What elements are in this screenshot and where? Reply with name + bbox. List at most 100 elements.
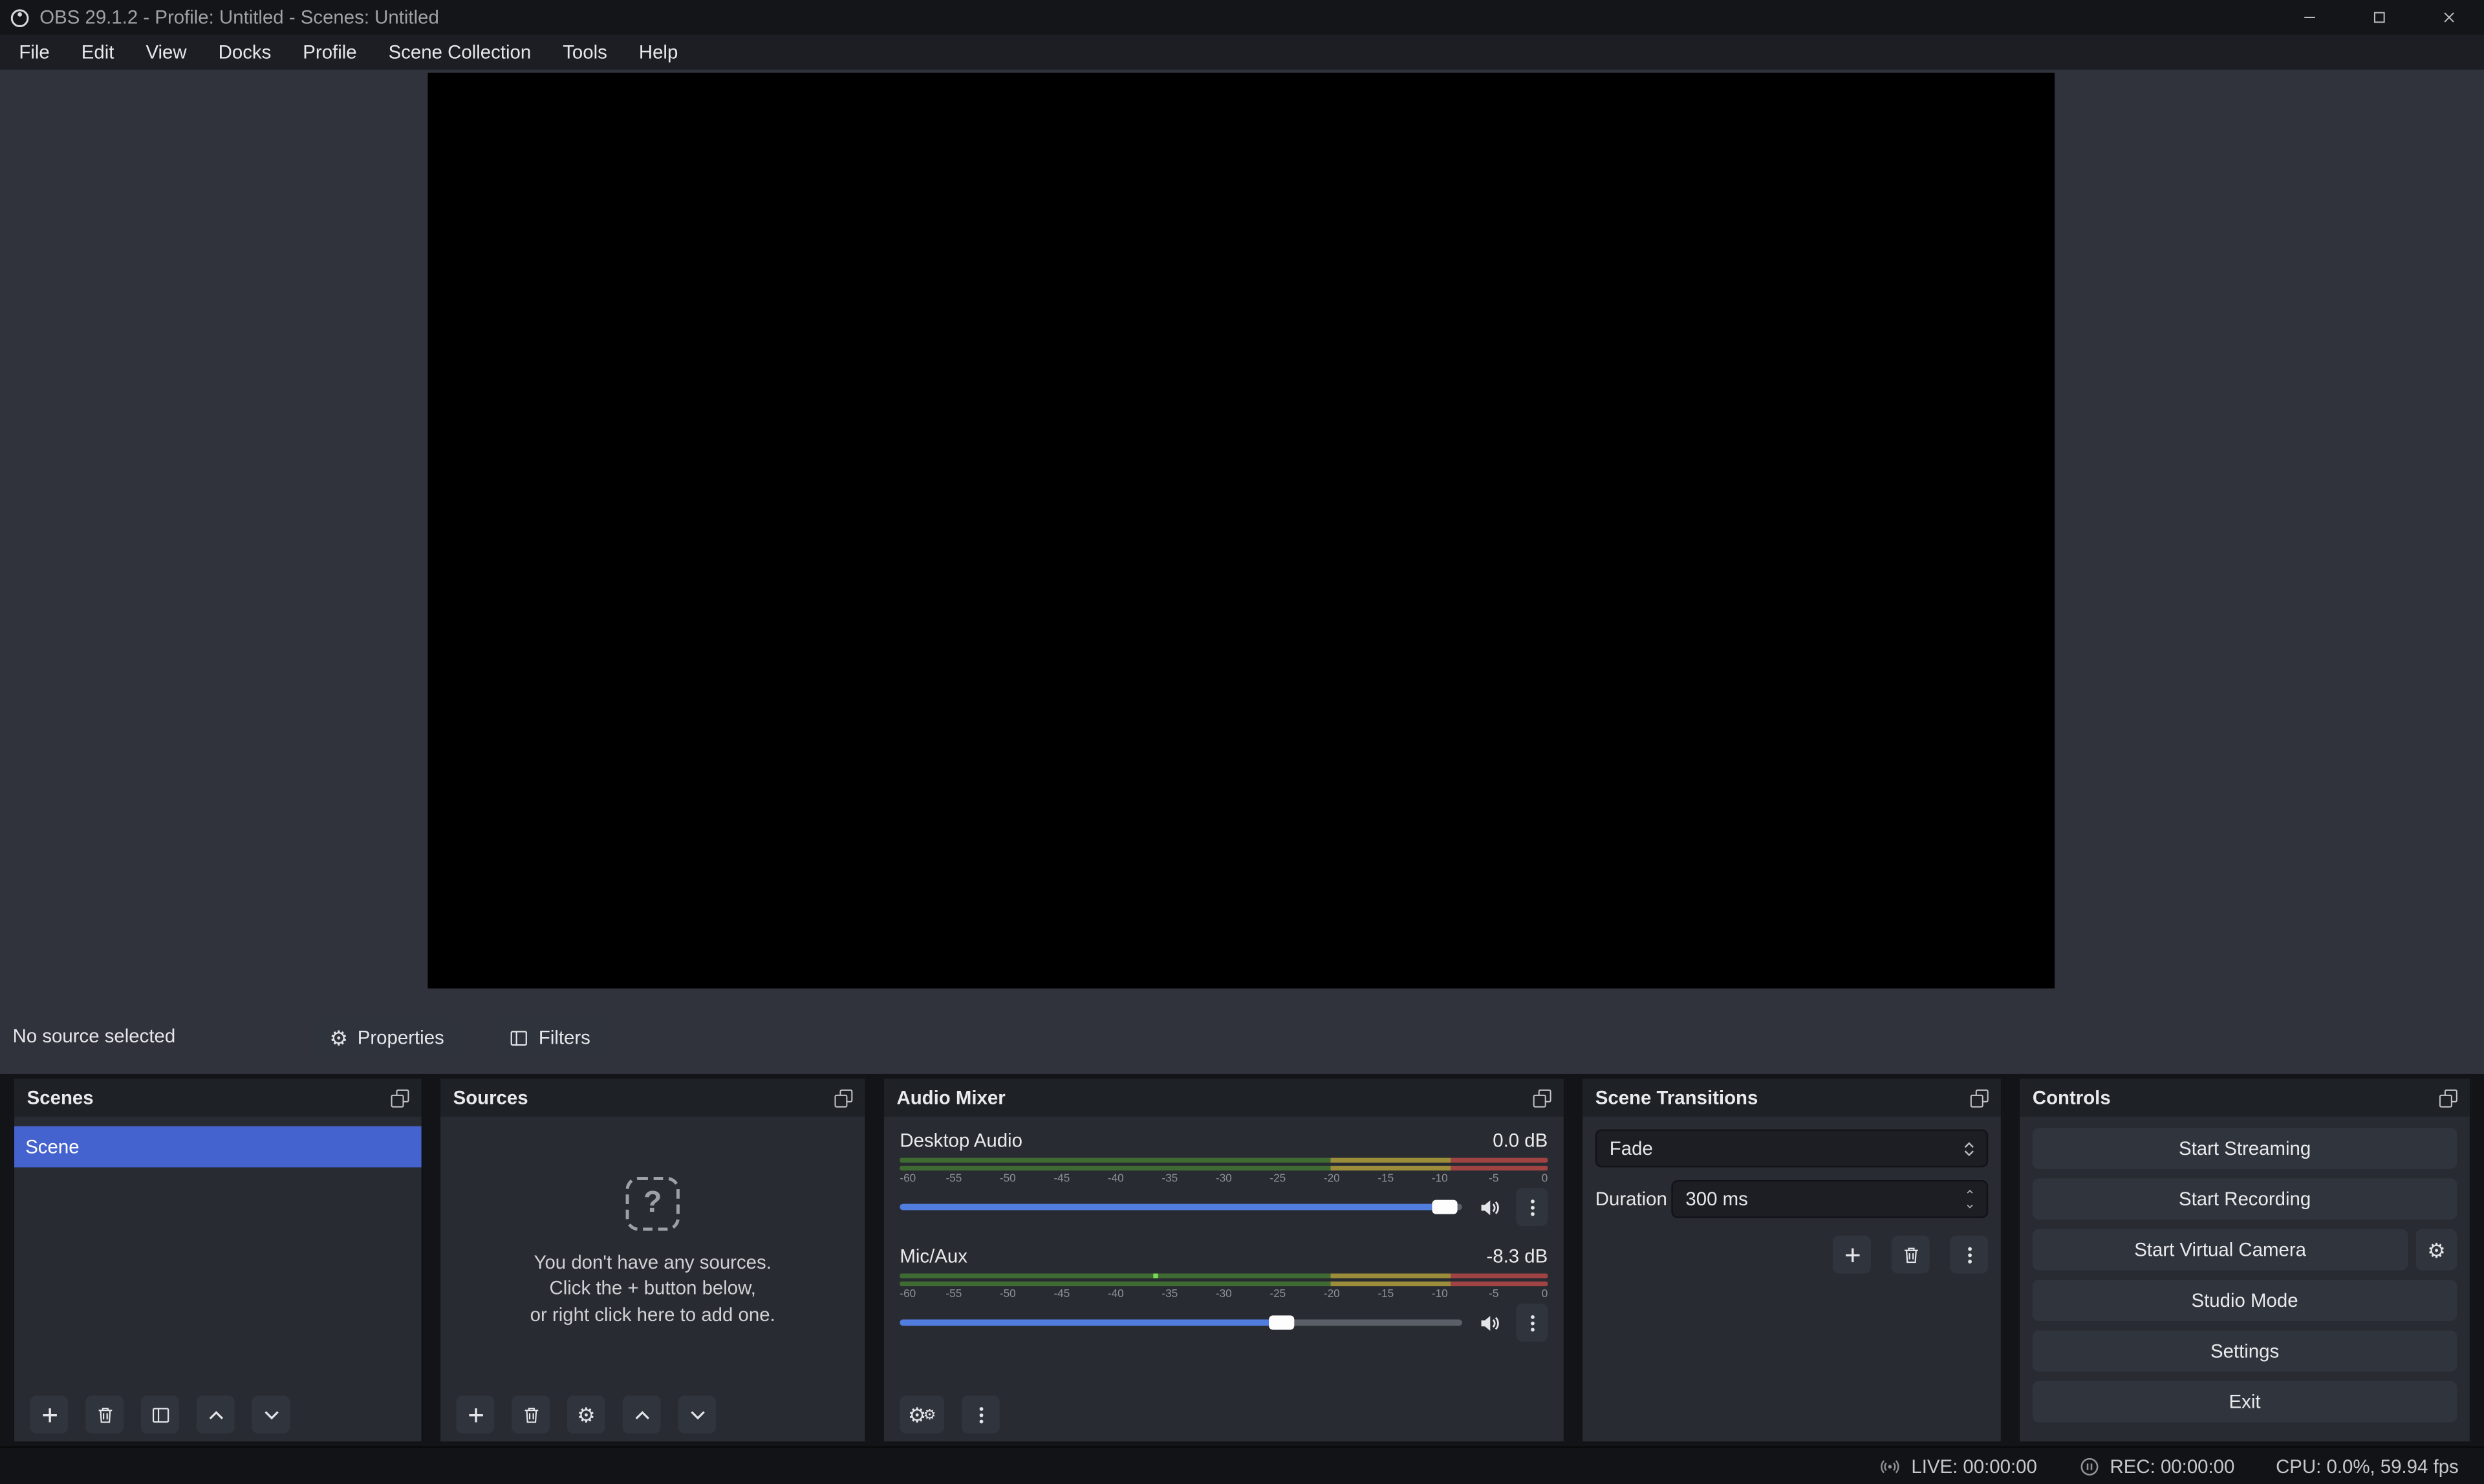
menu-edit[interactable]: Edit xyxy=(65,35,130,70)
menu-file[interactable]: File xyxy=(3,35,65,70)
virtual-camera-settings-button[interactable]: ⚙ xyxy=(2416,1229,2457,1271)
filter-icon xyxy=(149,1404,170,1425)
move-source-up-button[interactable] xyxy=(623,1395,661,1434)
audio-mixer-popout-button[interactable] xyxy=(1532,1088,1553,1108)
kebab-icon xyxy=(1959,1244,1980,1265)
menu-view[interactable]: View xyxy=(130,35,202,70)
scene-transitions-header: Scene Transitions xyxy=(1582,1079,2001,1117)
channel-level-db: -8.3 dB xyxy=(1486,1245,1548,1267)
sources-toolbar: ⚙ xyxy=(440,1388,865,1441)
audio-mixer-body: Desktop Audio 0.0 dB -60-55-50-45-40-35-… xyxy=(884,1117,1564,1388)
speaker-icon xyxy=(1478,1311,1502,1335)
rec-time: REC: 00:00:00 xyxy=(2110,1455,2235,1477)
gear-icon: ⚙ xyxy=(923,1407,936,1421)
source-toolbar: No source selected ⚙ Properties Filters xyxy=(0,1017,2484,1059)
volume-meter xyxy=(900,1158,1548,1171)
start-recording-button[interactable]: Start Recording xyxy=(2033,1179,2457,1220)
gear-icon: ⚙ xyxy=(577,1404,596,1425)
properties-button[interactable]: ⚙ Properties xyxy=(314,1017,460,1059)
mixer-options-button[interactable] xyxy=(962,1395,1000,1434)
studio-mode-button[interactable]: Studio Mode xyxy=(2033,1280,2457,1321)
popout-icon xyxy=(1532,1088,1553,1108)
menu-profile[interactable]: Profile xyxy=(287,35,373,70)
scenes-list[interactable]: Scene xyxy=(14,1117,422,1388)
kebab-icon xyxy=(970,1404,991,1425)
sources-title: Sources xyxy=(453,1086,528,1108)
start-virtual-camera-button[interactable]: Start Virtual Camera xyxy=(2033,1229,2408,1271)
move-scene-down-button[interactable] xyxy=(252,1395,290,1434)
move-source-down-button[interactable] xyxy=(678,1395,716,1434)
trash-icon xyxy=(1900,1244,1921,1265)
transition-selected-value: Fade xyxy=(1610,1137,1960,1159)
mute-button[interactable] xyxy=(1478,1311,1502,1335)
scene-list-item[interactable]: Scene xyxy=(14,1126,422,1168)
exit-button[interactable]: Exit xyxy=(2033,1381,2457,1423)
move-scene-up-button[interactable] xyxy=(197,1395,235,1434)
controls-popout-button[interactable] xyxy=(2438,1088,2459,1108)
transition-select[interactable]: Fade xyxy=(1595,1130,1989,1168)
volume-slider[interactable] xyxy=(900,1204,1462,1210)
remove-transition-button[interactable] xyxy=(1892,1236,1930,1274)
add-transition-button[interactable] xyxy=(1833,1236,1871,1274)
sources-popout-button[interactable] xyxy=(833,1088,854,1108)
duration-label: Duration xyxy=(1595,1188,1672,1210)
controls-panel: Controls Start Streaming Start Recording… xyxy=(2018,1077,2472,1443)
channel-options-button[interactable] xyxy=(1516,1188,1548,1226)
advanced-audio-properties-button[interactable]: ⚙⚙ xyxy=(900,1395,944,1434)
remove-source-button[interactable] xyxy=(512,1395,550,1434)
menu-help[interactable]: Help xyxy=(623,35,693,70)
scenes-header: Scenes xyxy=(14,1079,422,1117)
close-button[interactable] xyxy=(2414,0,2484,35)
filter-icon xyxy=(508,1027,529,1048)
slider-handle[interactable] xyxy=(1269,1315,1295,1329)
filters-button[interactable]: Filters xyxy=(493,1017,607,1059)
controls-header: Controls xyxy=(2020,1079,2470,1117)
menu-docks[interactable]: Docks xyxy=(202,35,287,70)
scene-transitions-title: Scene Transitions xyxy=(1595,1086,1758,1108)
slider-handle[interactable] xyxy=(1432,1200,1458,1214)
sources-list[interactable]: ? You don't have any sources. Click the … xyxy=(440,1117,865,1388)
scene-transitions-popout-button[interactable] xyxy=(1969,1088,1990,1108)
rec-status: REC: 00:00:00 xyxy=(2079,1455,2235,1477)
preview-canvas[interactable] xyxy=(427,73,2055,989)
remove-scene-button[interactable] xyxy=(85,1395,124,1434)
window-controls xyxy=(2275,0,2484,35)
audio-mixer-header: Audio Mixer xyxy=(884,1079,1564,1117)
mixer-channel-mic-aux: Mic/Aux -8.3 dB -60-55-50-45-40-35-30-25… xyxy=(900,1242,1548,1337)
live-status: LIVE: 00:00:00 xyxy=(1879,1455,2037,1477)
combo-arrows-icon[interactable] xyxy=(1960,1137,1978,1161)
scene-filters-button[interactable] xyxy=(141,1395,179,1434)
volume-slider[interactable] xyxy=(900,1320,1462,1326)
add-scene-button[interactable] xyxy=(30,1395,69,1434)
gear-icon: ⚙ xyxy=(330,1027,349,1048)
spin-down-icon[interactable] xyxy=(1961,1201,1979,1212)
trash-icon xyxy=(94,1404,115,1425)
sources-header: Sources xyxy=(440,1079,865,1117)
chevron-up-icon xyxy=(205,1404,226,1425)
preview-area: No source selected ⚙ Properties Filters xyxy=(0,70,2484,1074)
popout-icon xyxy=(1969,1088,1990,1108)
source-properties-button[interactable]: ⚙ xyxy=(567,1395,605,1434)
maximize-button[interactable] xyxy=(2344,0,2414,35)
transition-options-button[interactable] xyxy=(1950,1236,1988,1274)
source-status-text: No source selected xyxy=(13,1025,176,1047)
mute-button[interactable] xyxy=(1478,1195,1502,1219)
start-streaming-button[interactable]: Start Streaming xyxy=(2033,1128,2457,1169)
duration-spinbox[interactable]: 300 ms xyxy=(1671,1180,1988,1218)
gear-icon: ⚙ xyxy=(2427,1240,2446,1260)
popout-icon xyxy=(390,1088,411,1108)
cpu-fps-text: CPU: 0.0%, 59.94 fps xyxy=(2276,1455,2459,1477)
scenes-panel: Scenes Scene xyxy=(13,1077,423,1443)
menu-scene-collection[interactable]: Scene Collection xyxy=(373,35,547,70)
settings-button[interactable]: Settings xyxy=(2033,1331,2457,1372)
menu-tools[interactable]: Tools xyxy=(547,35,623,70)
properties-label: Properties xyxy=(358,1026,444,1048)
minimize-button[interactable] xyxy=(2275,0,2345,35)
channel-options-button[interactable] xyxy=(1516,1304,1548,1342)
record-pause-icon xyxy=(2079,1455,2101,1477)
scenes-popout-button[interactable] xyxy=(390,1088,411,1108)
status-bar: LIVE: 00:00:00 REC: 00:00:00 CPU: 0.0%, … xyxy=(0,1446,2484,1484)
add-source-button[interactable] xyxy=(456,1395,494,1434)
minimize-icon xyxy=(2300,8,2319,27)
spin-up-icon[interactable] xyxy=(1961,1187,1979,1198)
